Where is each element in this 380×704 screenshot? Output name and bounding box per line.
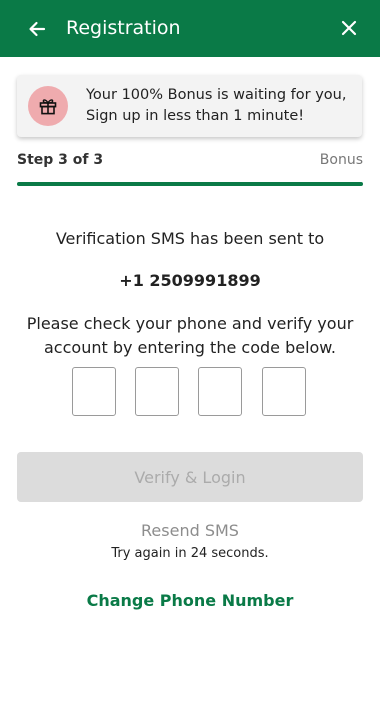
back-button[interactable]: [24, 16, 50, 42]
close-button[interactable]: [336, 15, 362, 41]
code-input-group: [72, 367, 308, 418]
change-phone-link[interactable]: Change Phone Number: [0, 591, 380, 610]
code-digit-2[interactable]: [135, 367, 179, 416]
progress-bar-fill: [17, 182, 363, 186]
arrow-left-icon: [29, 21, 46, 37]
app-header: Registration: [0, 0, 380, 57]
resend-sms-link[interactable]: Resend SMS: [0, 521, 380, 540]
bonus-banner: Your 100% Bonus is waiting for you, Sign…: [17, 75, 362, 137]
gift-icon: [39, 99, 57, 115]
progress-end-label: Bonus: [319, 152, 363, 168]
phone-number: +1 2509991899: [119, 271, 261, 290]
code-digit-4[interactable]: [262, 367, 306, 416]
code-digit-3[interactable]: [198, 367, 242, 416]
close-icon: [341, 20, 357, 36]
sms-sent-message: Verification SMS has been sent to: [55, 229, 325, 248]
progress-bar: [17, 182, 363, 186]
verification-instructions: Please check your phone and verify your …: [26, 314, 354, 357]
page-title: Registration: [66, 17, 181, 39]
code-digit-1[interactable]: [72, 367, 116, 416]
verify-login-button[interactable]: Verify & Login: [17, 452, 363, 502]
step-indicator: Step 3 of 3: [17, 152, 104, 168]
bonus-message: Your 100% Bonus is waiting for you, Sign…: [86, 87, 347, 124]
gift-icon-badge: [28, 86, 68, 126]
resend-countdown: Try again in 24 seconds.: [111, 546, 269, 561]
